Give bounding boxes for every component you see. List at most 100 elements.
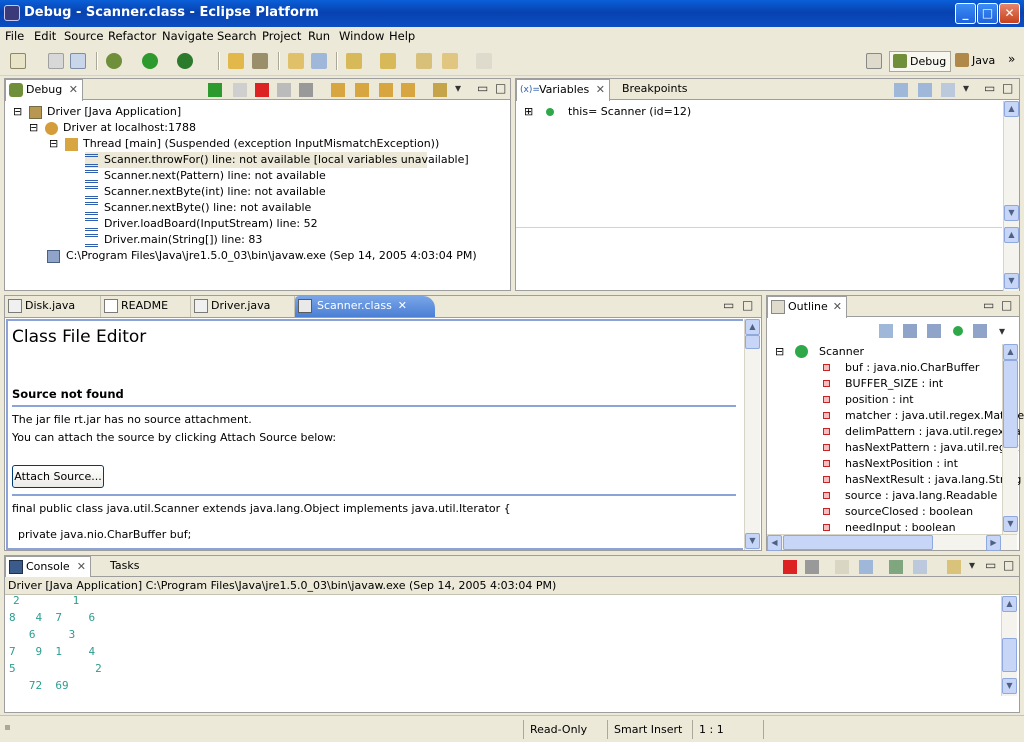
menu-search[interactable]: Search xyxy=(217,29,257,43)
scroll-thumb[interactable] xyxy=(1003,360,1018,448)
scroll-down-button[interactable]: ▼ xyxy=(1002,678,1017,694)
open-type-icon[interactable] xyxy=(228,53,244,69)
collapse-icon[interactable]: ⊟ xyxy=(49,136,58,152)
tab-tasks[interactable]: Tasks xyxy=(93,556,147,577)
close-icon[interactable]: ✕ xyxy=(596,80,605,100)
display-console-icon[interactable] xyxy=(913,560,927,574)
collapse-all-icon[interactable] xyxy=(941,83,955,97)
close-icon[interactable]: ✕ xyxy=(77,557,86,577)
tab-debug[interactable]: Debug ✕ xyxy=(5,79,83,101)
scroll-thumb[interactable] xyxy=(1002,638,1017,672)
terminate-icon[interactable] xyxy=(255,83,269,97)
external-tools-icon[interactable] xyxy=(177,53,193,69)
step-return-icon[interactable] xyxy=(379,83,393,97)
clear-console-icon[interactable] xyxy=(835,560,849,574)
scroll-down-button[interactable]: ▼ xyxy=(745,533,760,549)
scroll-down-button[interactable]: ▼ xyxy=(1003,516,1018,532)
perspective-debug[interactable]: Debug xyxy=(889,51,952,72)
run-icon[interactable] xyxy=(142,53,158,69)
resume-icon[interactable] xyxy=(208,83,222,97)
outline-hscrollbar[interactable]: ◀ ▶ xyxy=(767,534,1017,551)
collapse-icon[interactable]: ⊟ xyxy=(29,120,38,136)
open-console-icon[interactable] xyxy=(947,560,961,574)
show-logical-structure-icon[interactable] xyxy=(918,83,932,97)
step-over-icon[interactable] xyxy=(355,83,369,97)
tab-outline[interactable]: Outline ✕ xyxy=(767,296,847,318)
minimize-view-icon[interactable]: ▭ xyxy=(477,81,488,95)
maximize-view-icon[interactable]: □ xyxy=(1003,558,1014,572)
variables-scrollbar[interactable]: ▲ ▼ ▲ ▼ xyxy=(1003,101,1019,291)
hscroll-thumb[interactable] xyxy=(783,535,933,550)
tab-variables[interactable]: (x)= Variables ✕ xyxy=(516,79,610,101)
menu-run[interactable]: Run xyxy=(308,29,330,43)
menu-help[interactable]: Help xyxy=(389,29,415,43)
view-menu-icon[interactable]: ▾ xyxy=(963,81,969,95)
scroll-left-button[interactable]: ◀ xyxy=(767,535,782,551)
minimize-button[interactable]: _ xyxy=(955,3,976,24)
attach-source-button[interactable]: Attach Source... xyxy=(12,465,104,488)
next-annotation-icon[interactable] xyxy=(346,53,362,69)
remove-launch-icon[interactable] xyxy=(805,560,819,574)
step-into-icon[interactable] xyxy=(331,83,345,97)
collapse-icon[interactable]: ⊟ xyxy=(775,344,784,360)
menu-window[interactable]: Window xyxy=(339,29,384,43)
maximize-view-icon[interactable]: □ xyxy=(1002,81,1013,95)
step-filters-icon[interactable] xyxy=(433,83,447,97)
editor-scrollbar[interactable]: ▲ ▼ xyxy=(744,319,760,550)
tree-row-frame-selected[interactable]: Scanner.throwFor() line: not available [… xyxy=(85,152,469,168)
hide-fields-icon[interactable] xyxy=(903,324,917,338)
hide-non-public-icon[interactable] xyxy=(953,326,963,336)
scroll-up-button[interactable]: ▲ xyxy=(1002,596,1017,612)
scroll-up-button[interactable]: ▲ xyxy=(1004,101,1019,117)
tab-console[interactable]: Console ✕ xyxy=(5,556,91,578)
disconnect-icon[interactable] xyxy=(277,83,291,97)
drop-to-frame-icon[interactable] xyxy=(401,83,415,97)
close-icon[interactable]: ✕ xyxy=(833,297,842,317)
new-icon[interactable] xyxy=(10,53,26,69)
close-icon[interactable]: ✕ xyxy=(398,296,407,316)
debug-icon[interactable] xyxy=(106,53,122,69)
show-type-names-icon[interactable] xyxy=(894,83,908,97)
previous-annotation-icon[interactable] xyxy=(380,53,396,69)
menu-edit[interactable]: Edit xyxy=(34,29,56,43)
menu-refactor[interactable]: Refactor xyxy=(108,29,156,43)
toggle-mark-icon[interactable] xyxy=(311,53,327,69)
view-menu-icon[interactable]: ▾ xyxy=(999,324,1005,338)
forward-icon[interactable] xyxy=(476,53,492,69)
tab-driver-java[interactable]: Driver.java xyxy=(191,296,295,317)
minimize-view-icon[interactable]: ▭ xyxy=(984,81,995,95)
tab-disk-java[interactable]: Disk.java xyxy=(5,296,101,317)
scroll-thumb[interactable] xyxy=(745,335,760,349)
scroll-up-button[interactable]: ▲ xyxy=(1003,344,1018,360)
tab-breakpoints[interactable]: Breakpoints xyxy=(612,79,688,100)
save-icon[interactable] xyxy=(48,53,64,69)
open-perspective-icon[interactable] xyxy=(866,53,882,69)
chevron-more-icon[interactable]: » xyxy=(1008,52,1015,66)
print-icon[interactable] xyxy=(70,53,86,69)
tab-scanner-class[interactable]: Scanner.class ✕ xyxy=(295,296,435,317)
console-vscrollbar[interactable]: ▲ ▼ xyxy=(1001,596,1017,696)
scroll-right-button[interactable]: ▶ xyxy=(986,535,1001,551)
tab-readme[interactable]: README xyxy=(101,296,191,317)
maximize-view-icon[interactable]: □ xyxy=(1001,298,1012,312)
scroll-down-button[interactable]: ▼ xyxy=(1004,205,1019,221)
view-menu-icon[interactable]: ▾ xyxy=(455,81,461,95)
menu-file[interactable]: File xyxy=(5,29,24,43)
remove-terminated-icon[interactable] xyxy=(299,83,313,97)
minimize-view-icon[interactable]: ▭ xyxy=(985,558,996,572)
menu-navigate[interactable]: Navigate xyxy=(162,29,214,43)
perspective-java[interactable]: Java xyxy=(952,51,999,72)
scroll-lock-icon[interactable] xyxy=(859,560,873,574)
last-edit-icon[interactable] xyxy=(416,53,432,69)
annotation-icon[interactable] xyxy=(288,53,304,69)
view-menu-icon[interactable]: ▾ xyxy=(969,558,975,572)
maximize-view-icon[interactable]: □ xyxy=(742,298,753,312)
details-scroll-up-button[interactable]: ▲ xyxy=(1004,227,1019,243)
sort-icon[interactable] xyxy=(879,324,893,338)
close-icon[interactable]: ✕ xyxy=(69,80,78,100)
maximize-view-icon[interactable]: □ xyxy=(495,81,506,95)
minimize-view-icon[interactable]: ▭ xyxy=(723,298,734,312)
search-icon[interactable] xyxy=(252,53,268,69)
hide-static-icon[interactable] xyxy=(927,324,941,338)
close-window-button[interactable]: ✕ xyxy=(999,3,1020,24)
